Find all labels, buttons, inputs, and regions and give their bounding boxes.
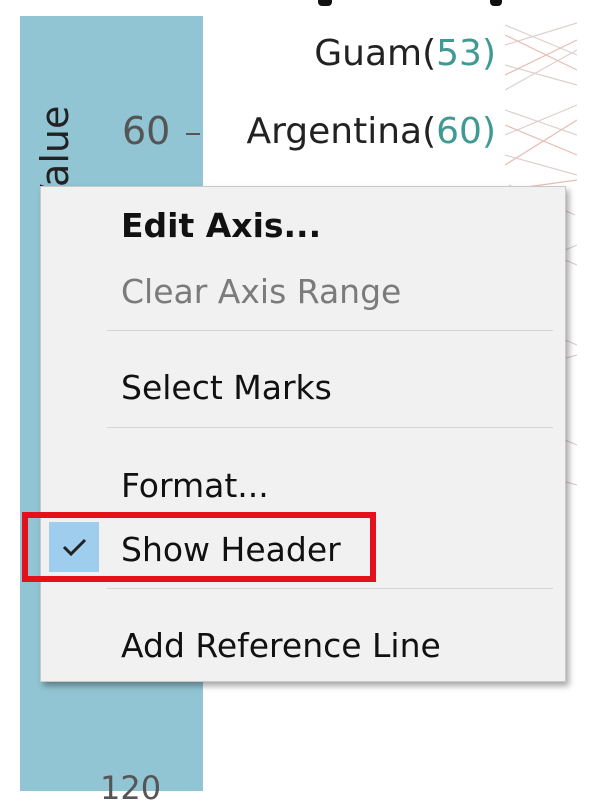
tableau-view: Value 120 60 Guam(53) Argentina(60) Edit… [0, 0, 615, 805]
country-name: Guam( [314, 33, 437, 74]
menu-item-select-marks[interactable]: Select Marks [121, 371, 332, 404]
axis-tick-label: 60 [122, 109, 171, 153]
menu-item-edit-axis[interactable]: Edit Axis... [121, 209, 321, 242]
axis-tick-label: 120 [100, 772, 162, 802]
country-label[interactable]: Argentina(60) [246, 114, 496, 150]
axis-tick-mark [186, 133, 200, 135]
axis-context-menu: Edit Axis... Clear Axis Range Select Mar… [40, 186, 566, 682]
country-name: Argentina( [246, 111, 437, 152]
menu-item-add-reference-line[interactable]: Add Reference Line [121, 629, 441, 662]
menu-separator [107, 330, 553, 331]
menu-separator [107, 427, 553, 428]
country-value: 60 [436, 111, 482, 152]
country-close-paren: ) [481, 111, 496, 152]
highlight-annotation [22, 512, 376, 582]
menu-item-format[interactable]: Format... [121, 469, 269, 502]
country-value: 53 [436, 33, 482, 74]
country-close-paren: ) [481, 33, 496, 74]
cropped-title-fragment [300, 0, 520, 8]
country-label[interactable]: Guam(53) [314, 36, 496, 72]
menu-item-clear-axis-range: Clear Axis Range [121, 272, 402, 311]
menu-separator [107, 588, 553, 589]
